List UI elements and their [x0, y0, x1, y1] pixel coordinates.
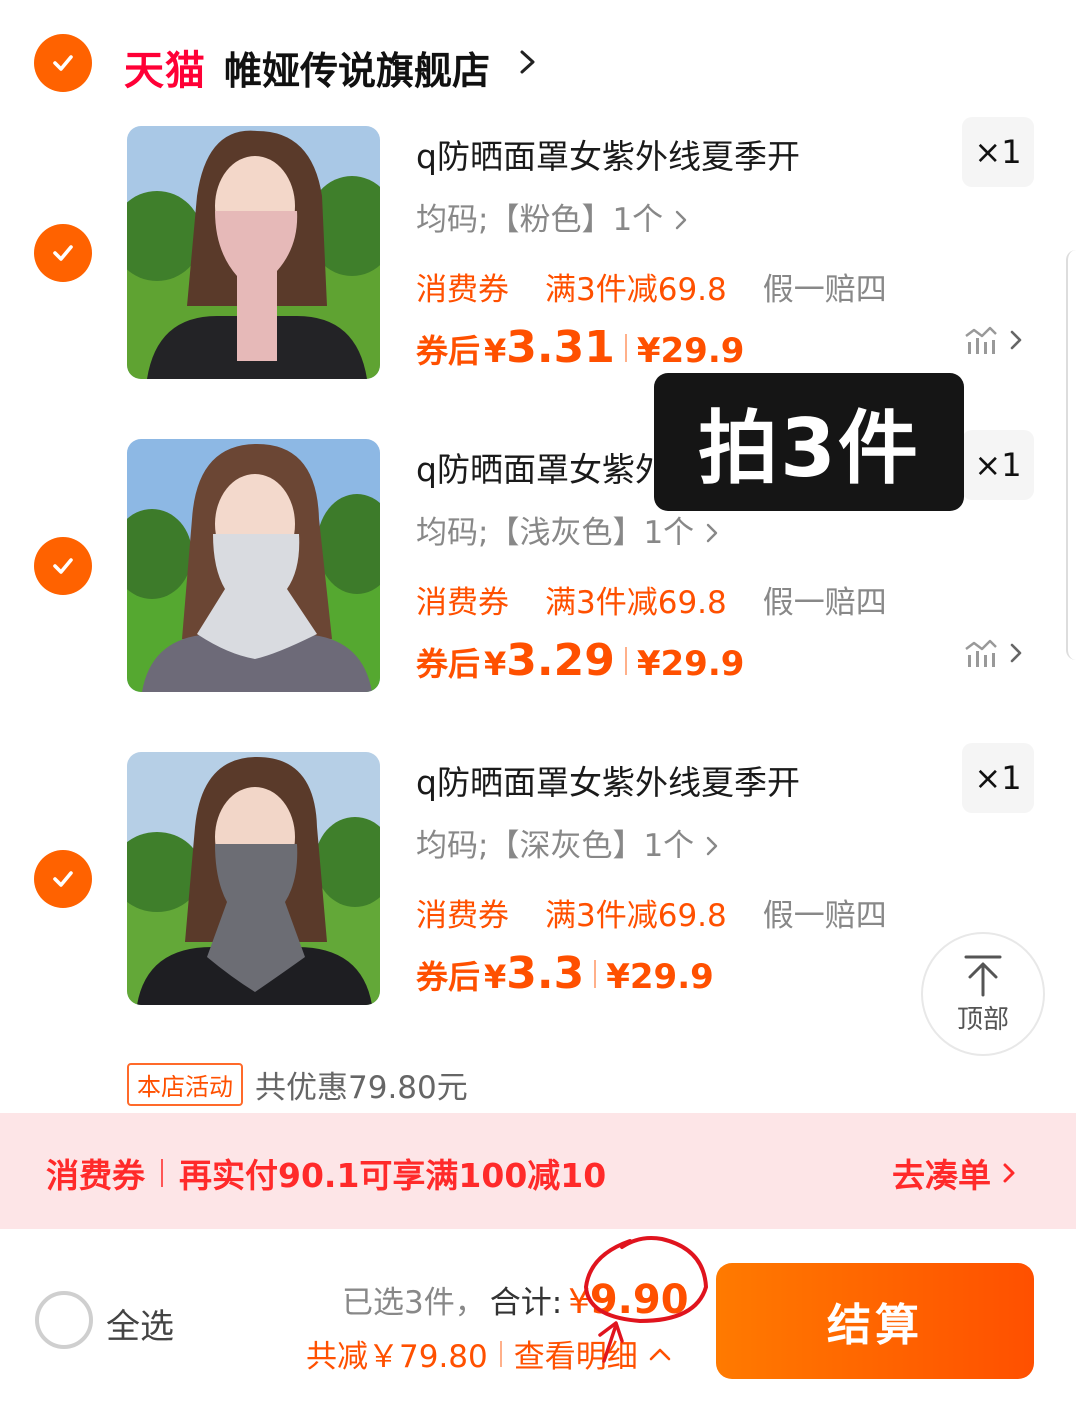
item-check-icon[interactable]	[34, 537, 92, 595]
after-coupon-price: 3.29	[506, 635, 615, 686]
tmall-logo: 天猫	[124, 48, 206, 94]
total-amount: 9.90	[589, 1277, 689, 1323]
after-coupon-price: 3.31	[506, 322, 615, 373]
back-to-top-button[interactable]: 顶部	[921, 932, 1045, 1056]
after-coupon-label: 券后	[416, 332, 481, 370]
sku-text: 均码;【粉色】1个	[416, 202, 664, 238]
sku-text: 均码;【浅灰色】1个	[416, 515, 695, 551]
original-price: ¥29.9	[606, 957, 714, 997]
overlay-caption: 拍3件	[654, 373, 964, 511]
promo-guarantee-tag: 假一赔四	[762, 585, 887, 621]
chevron-right-icon	[706, 836, 718, 856]
original-price: ¥29.9	[636, 644, 745, 684]
shop-activity[interactable]: 本店活动 共优惠79.80元	[127, 1062, 468, 1107]
after-coupon-label: 券后	[416, 645, 481, 683]
product-thumbnail[interactable]	[127, 126, 380, 379]
divider	[594, 959, 597, 988]
view-details-link[interactable]: 查看明细	[514, 1331, 638, 1376]
chevron-right-icon	[1003, 1163, 1015, 1183]
add-items-label: 去凑单	[892, 1156, 991, 1195]
currency-symbol: ¥	[484, 958, 507, 996]
checkout-bar: 全选 已选3件， 合计: ¥9.90 共减￥79.80 查看明细 结算	[0, 1229, 1076, 1415]
price-trend-icon[interactable]	[964, 324, 1026, 356]
sku-selector[interactable]: 均码;【深灰色】1个	[416, 820, 720, 865]
store-name-link[interactable]: 帷娅传说旗舰店	[224, 40, 490, 95]
sku-text: 均码;【深灰色】1个	[416, 828, 695, 864]
total-summary: 已选3件， 合计: ¥9.90	[342, 1277, 689, 1323]
divider	[161, 1159, 163, 1187]
promo-guarantee-tag: 假一赔四	[762, 272, 887, 308]
coupon-bar: 消费券 再实付90.1可享满100减10 去凑单	[0, 1113, 1076, 1229]
divider	[624, 646, 627, 675]
price-line: 券后 ¥3.3 ¥29.9	[416, 948, 714, 999]
price-line: 券后 ¥3.31 ¥29.9	[416, 322, 744, 373]
price-line: 券后 ¥3.29 ¥29.9	[416, 635, 744, 686]
sku-selector[interactable]: 均码;【粉色】1个	[416, 194, 689, 239]
coupon-label: 消费券	[46, 1156, 145, 1195]
item-title[interactable]: q防晒面罩女紫外线夏季开	[416, 130, 800, 178]
quantity-selector[interactable]: ×1	[962, 743, 1034, 813]
saving-line: 共减￥79.80 查看明细	[306, 1331, 672, 1376]
selected-count: 已选3件，	[342, 1285, 486, 1321]
chevron-right-icon[interactable]	[516, 44, 540, 80]
after-coupon-label: 券后	[416, 958, 481, 996]
sku-selector[interactable]: 均码;【浅灰色】1个	[416, 507, 720, 552]
select-all-label[interactable]: 全选	[106, 1299, 174, 1348]
item-check-icon[interactable]	[34, 850, 92, 908]
after-coupon-price: 3.3	[506, 948, 585, 999]
quantity-selector[interactable]: ×1	[962, 117, 1034, 187]
coupon-text: 再实付90.1可享满100减10	[179, 1156, 607, 1195]
arrow-up-icon	[964, 955, 1002, 996]
original-price: ¥29.9	[636, 331, 745, 371]
chevron-right-icon	[706, 523, 718, 543]
activity-badge: 本店活动	[127, 1063, 243, 1106]
item-check-icon[interactable]	[34, 224, 92, 282]
product-thumbnail[interactable]	[127, 439, 380, 692]
activity-text: 共优惠79.80元	[255, 1070, 468, 1106]
divider	[499, 1340, 502, 1367]
price-trend-icon[interactable]	[964, 637, 1026, 669]
back-to-top-label: 顶部	[956, 1004, 1009, 1035]
quantity-selector[interactable]: ×1	[962, 430, 1034, 500]
chevron-right-icon	[675, 210, 687, 230]
promo-full-tag: 满3件减69.8	[545, 272, 727, 308]
promo-tags: 消费券 满3件减69.8 假一赔四	[416, 890, 887, 935]
promo-tags: 消费券 满3件减69.8 假一赔四	[416, 264, 887, 309]
promo-full-tag: 满3件减69.8	[545, 585, 727, 621]
coupon-info: 消费券 再实付90.1可享满100减10	[46, 1149, 606, 1197]
item-title[interactable]: q防晒面罩女紫外线夏季开	[416, 756, 800, 804]
store-header: 天猫 帷娅传说旗舰店	[0, 0, 1076, 120]
chevron-up-icon[interactable]	[648, 1346, 672, 1362]
cart-item: q防晒面罩女紫外线夏季开 ×1 均码;【深灰色】1个 消费券 满3件减69.8 假一…	[0, 743, 1076, 1052]
store-check-icon[interactable]	[34, 34, 92, 92]
select-all-radio[interactable]	[35, 1291, 93, 1349]
currency-symbol: ¥	[484, 332, 507, 370]
divider	[624, 333, 627, 362]
currency-symbol: ¥	[568, 1282, 590, 1322]
product-thumbnail[interactable]	[127, 752, 380, 1005]
promo-full-tag: 满3件减69.8	[545, 898, 727, 934]
promo-guarantee-tag: 假一赔四	[762, 898, 887, 934]
add-items-link[interactable]: 去凑单	[892, 1149, 1017, 1197]
promo-tags: 消费券 满3件减69.8 假一赔四	[416, 577, 887, 622]
promo-coupon-tag: 消费券	[416, 585, 509, 621]
scroll-edge	[1066, 250, 1076, 660]
promo-coupon-tag: 消费券	[416, 898, 509, 934]
currency-symbol: ¥	[484, 645, 507, 683]
checkout-button[interactable]: 结算	[716, 1263, 1034, 1379]
promo-coupon-tag: 消费券	[416, 272, 509, 308]
total-saving: 共减￥79.80	[306, 1339, 488, 1375]
total-label: 合计:	[489, 1285, 563, 1321]
